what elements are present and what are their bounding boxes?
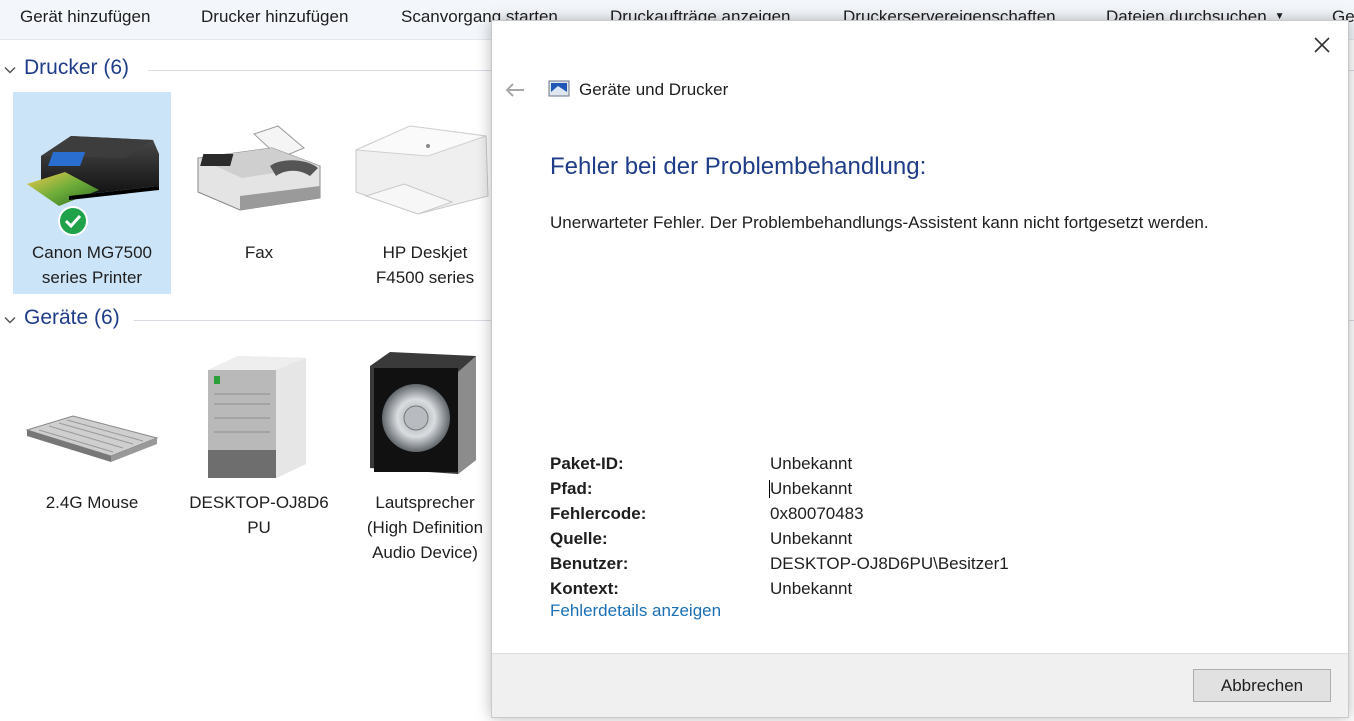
- speaker-icon: [370, 352, 476, 474]
- dialog-footer: Abbrechen: [492, 653, 1348, 717]
- add-printer-button[interactable]: Drucker hinzufügen: [201, 7, 348, 27]
- device-computer[interactable]: DESKTOP-OJ8D6 PU: [180, 342, 338, 544]
- devices-printers-icon: [548, 80, 570, 97]
- printer-fax[interactable]: Fax: [180, 92, 338, 294]
- cancel-button[interactable]: Abbrechen: [1193, 669, 1331, 702]
- keyboard-icon: [25, 415, 159, 462]
- printer-icon: [27, 136, 159, 206]
- detail-key: Quelle:: [550, 529, 608, 548]
- show-error-details-link[interactable]: Fehlerdetails anzeigen: [550, 601, 721, 621]
- detail-key: Kontext:: [550, 579, 619, 598]
- fax-icon: [197, 125, 321, 211]
- dialog-nav-title: Geräte und Drucker: [579, 80, 729, 99]
- printer-canon-mg7500[interactable]: Canon MG7500 series Printer: [13, 92, 171, 294]
- detail-value: 0x80070483: [770, 504, 864, 523]
- detail-key: Pfad:: [550, 479, 593, 498]
- device-label: Lautsprecher: [375, 493, 475, 512]
- device-label: DESKTOP-OJ8D6: [189, 493, 329, 512]
- error-message: Unerwarteter Fehler. Der Problembehandlu…: [550, 213, 1209, 232]
- add-device-button[interactable]: Gerät hinzufügen: [20, 7, 150, 27]
- printer-label: Fax: [244, 243, 274, 262]
- detail-key: Paket-ID:: [550, 454, 624, 473]
- devices-group-title: Geräte (6): [24, 306, 120, 329]
- troubleshooter-dialog: Geräte und Drucker Fehler bei der Proble…: [491, 20, 1349, 718]
- detail-value: Unbekannt: [770, 529, 853, 548]
- printer-label: HP Deskjet: [382, 243, 468, 262]
- close-icon[interactable]: [1310, 33, 1334, 57]
- chevron-down-icon: [4, 66, 16, 74]
- device-mouse[interactable]: 2.4G Mouse: [13, 342, 171, 544]
- detail-key: Benutzer:: [550, 554, 629, 573]
- chevron-down-icon: [4, 316, 16, 324]
- detail-value: Unbekannt: [770, 479, 853, 498]
- back-arrow-icon[interactable]: [504, 81, 526, 99]
- printer-label: Canon MG7500: [31, 243, 153, 262]
- device-label: 2.4G Mouse: [45, 493, 139, 512]
- error-heading: Fehler bei der Problembehandlung:: [550, 153, 927, 180]
- printer-label: series Printer: [41, 268, 143, 287]
- printers-group-title: Drucker (6): [24, 56, 130, 79]
- device-label: Audio Device): [372, 543, 478, 562]
- detail-value: Unbekannt: [770, 579, 853, 598]
- printer-hp-deskjet[interactable]: HP Deskjet F4500 series: [346, 92, 504, 294]
- detail-value: Unbekannt: [770, 454, 853, 473]
- printer-icon: [355, 125, 489, 215]
- device-label: (High Definition: [366, 518, 484, 537]
- detail-value: DESKTOP-OJ8D6PU\Besitzer1: [770, 554, 1009, 573]
- detail-key: Fehlercode:: [550, 504, 647, 523]
- computer-icon: [208, 356, 306, 478]
- default-check-icon: [58, 206, 88, 236]
- device-label: PU: [247, 518, 271, 537]
- device-speaker[interactable]: Lautsprecher (High Definition Audio Devi…: [346, 342, 504, 562]
- printer-label: F4500 series: [375, 268, 475, 287]
